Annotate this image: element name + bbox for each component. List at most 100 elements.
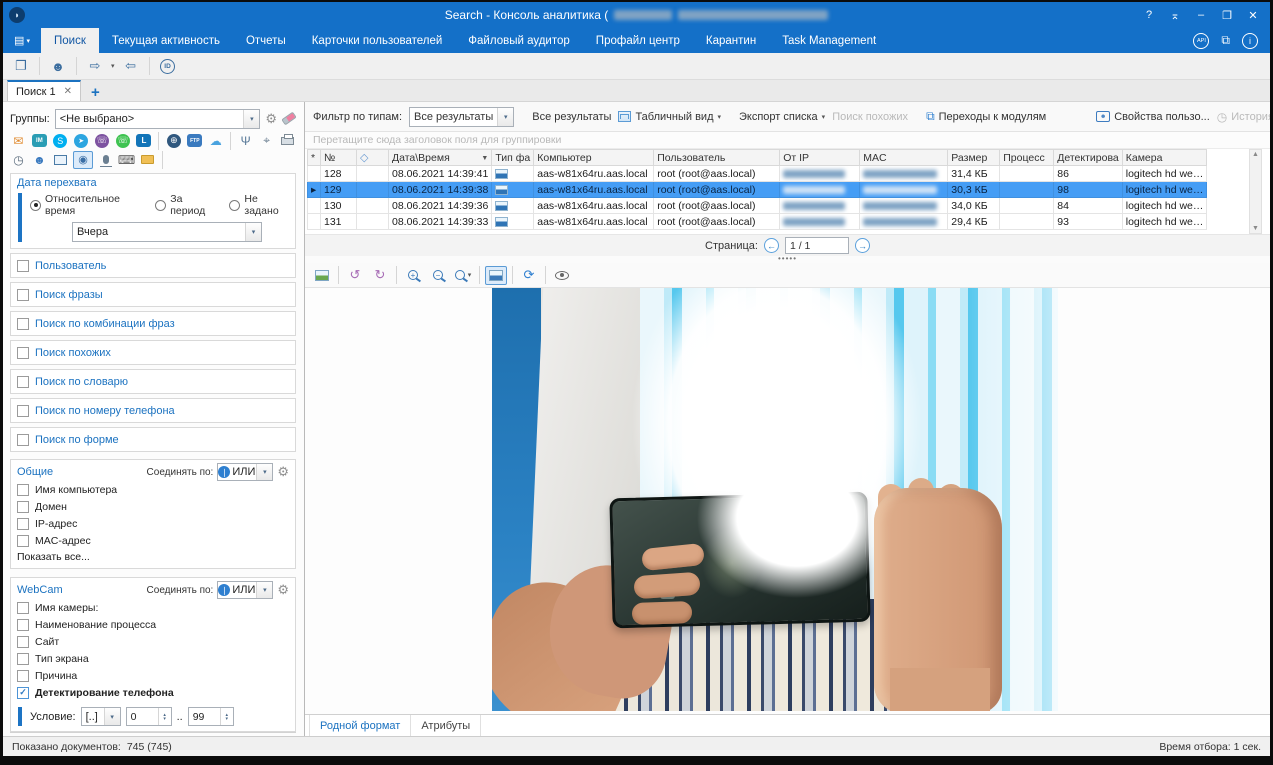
printer-icon[interactable] [279,133,296,148]
col-computer[interactable]: Компьютер [534,150,654,166]
whatsapp-icon[interactable]: ☏ [115,133,132,148]
relative-period-select[interactable]: Вчера ▾ [72,222,262,242]
tab-user-cards[interactable]: Карточки пользователей [299,28,456,53]
tab-quarantine[interactable]: Карантин [693,28,769,53]
col-detected[interactable]: Детектирова [1054,150,1123,166]
new-window-icon[interactable]: ❐ [9,56,33,76]
checkbox[interactable] [17,434,29,446]
col-from-ip[interactable]: От IP [780,150,860,166]
skype-icon[interactable]: S [52,133,69,148]
col-camera[interactable]: Камера [1122,150,1207,166]
zoom-in-icon[interactable]: + [402,266,424,285]
email-icon[interactable]: ✉ [10,133,27,148]
minimize-button[interactable]: – [1190,6,1212,24]
col-marker[interactable]: * [308,150,321,166]
table-row[interactable]: 130 08.06.2021 14:39:36 aas-w81x64ru.aas… [308,198,1207,214]
common-item-domain[interactable]: Домен [17,498,289,515]
col-number[interactable]: № [321,150,357,166]
filter-phrase-combination[interactable]: Поиск по комбинации фраз [10,311,296,336]
export-query-caret-icon[interactable]: ▾ [111,62,115,70]
info-icon[interactable]: i [1242,33,1258,49]
export-query-icon[interactable]: ⇨ [83,56,107,76]
checkbox[interactable] [17,518,29,530]
radio-not-set[interactable] [229,200,240,211]
deploy-icon[interactable]: ⧉ [1221,33,1230,48]
chevron-down-icon[interactable]: ▾ [256,582,272,598]
webcam-item-reason[interactable]: Причина [17,667,289,684]
table-scrollbar[interactable]: ▲ ▼ [1249,149,1262,234]
common-item-mac[interactable]: MAC-адрес [17,532,289,549]
prev-page-icon[interactable]: ← [764,238,779,253]
col-filetype[interactable]: Тип фа [492,150,534,166]
tab-current-activity[interactable]: Текущая активность [99,28,233,53]
user-search-icon[interactable]: ☻ [46,56,70,76]
radio-period[interactable] [155,200,166,211]
webcam-item-screen-type[interactable]: Тип экрана [17,650,289,667]
checkbox[interactable] [17,260,29,272]
checkbox-checked[interactable]: ✓ [17,687,29,699]
tab-attributes[interactable]: Атрибуты [411,715,481,736]
main-menu-button[interactable]: ▤▾ [3,28,41,53]
condition-operator-select[interactable]: [..] ▾ [81,707,121,726]
zoom-out-icon[interactable]: − [427,266,449,285]
checkbox[interactable] [17,289,29,301]
next-page-icon[interactable]: → [855,238,870,253]
tab-file-auditor[interactable]: Файловый аудитор [455,28,583,53]
groups-select[interactable]: <Не выбрано> ▾ [55,109,261,129]
checkbox[interactable] [17,636,29,648]
col-tag[interactable]: ◇ [357,150,389,166]
col-datetime[interactable]: Дата\Время▼ [389,150,492,166]
filter-dictionary[interactable]: Поиск по словарю [10,369,296,394]
im-icon[interactable]: IM [31,133,48,148]
table-view-button[interactable]: Табличный вид ▾ [618,111,721,123]
common-settings-icon[interactable]: ⚙ [277,464,289,480]
microphone-icon[interactable] [97,152,114,167]
condition-from-spinner[interactable]: 0 ▴▾ [126,707,172,726]
common-item-computer-name[interactable]: Имя компьютера [17,481,289,498]
chevron-down-icon[interactable]: ▾ [256,464,272,480]
checkbox[interactable] [17,619,29,631]
table-row[interactable]: 128 08.06.2021 14:39:41 aas-w81x64ru.aas… [308,166,1207,182]
id-search-icon[interactable]: ID [156,56,180,76]
checkbox[interactable] [17,318,29,330]
close-tab-icon[interactable]: ✕ [64,86,72,97]
http-icon[interactable]: ⊕ [165,133,182,148]
col-size[interactable]: Размер [948,150,1000,166]
webcam-item-camera-name[interactable]: Имя камеры: [17,599,289,616]
visibility-icon[interactable] [551,266,573,285]
checkbox[interactable] [17,347,29,359]
all-results-button[interactable]: Все результаты [532,111,611,123]
monitoring-icon[interactable] [52,152,69,167]
tab-task-management[interactable]: Task Management [769,28,889,53]
filter-similar[interactable]: Поиск похожих [10,340,296,365]
spinner-arrows-icon[interactable]: ▴▾ [158,708,171,725]
condition-to-spinner[interactable]: 99 ▴▾ [188,707,234,726]
spinner-arrows-icon[interactable]: ▴▾ [220,708,233,725]
page-input[interactable]: 1 / 1 [785,237,849,254]
user-activity-icon[interactable]: ☻ [31,152,48,167]
help-button[interactable]: ? [1138,6,1160,24]
auto-refresh-icon[interactable]: ⟳ [518,266,540,285]
filter-phrase[interactable]: Поиск фразы [10,282,296,307]
checkbox[interactable] [17,376,29,388]
filter-user[interactable]: Пользователь [10,253,296,278]
common-item-ip[interactable]: IP-адрес [17,515,289,532]
webcam-item-phone-detection[interactable]: ✓Детектирование телефона [17,684,289,701]
chevron-down-icon[interactable]: ▾ [104,708,120,725]
col-mac[interactable]: MAC [860,150,948,166]
devices-icon[interactable]: ⌨ [118,152,135,167]
scroll-up-icon[interactable]: ▲ [1252,151,1259,158]
groups-settings-icon[interactable]: ⚙ [265,111,277,127]
ftp-icon[interactable]: FTP [186,133,203,148]
restore-button[interactable]: ❐ [1216,6,1238,24]
lync-icon[interactable]: L [136,133,153,148]
checkbox[interactable] [17,602,29,614]
col-user[interactable]: Пользователь [654,150,780,166]
type-filter-select[interactable]: Все результаты ▾ [409,107,514,127]
tab-profile-center[interactable]: Профайл центр [583,28,693,53]
col-process[interactable]: Процесс [1000,150,1054,166]
telegram-icon[interactable]: ➤ [73,133,90,148]
scroll-down-icon[interactable]: ▼ [1252,225,1259,232]
rotate-left-icon[interactable]: ↺ [344,266,366,285]
chevron-down-icon[interactable]: ▾ [243,110,259,128]
